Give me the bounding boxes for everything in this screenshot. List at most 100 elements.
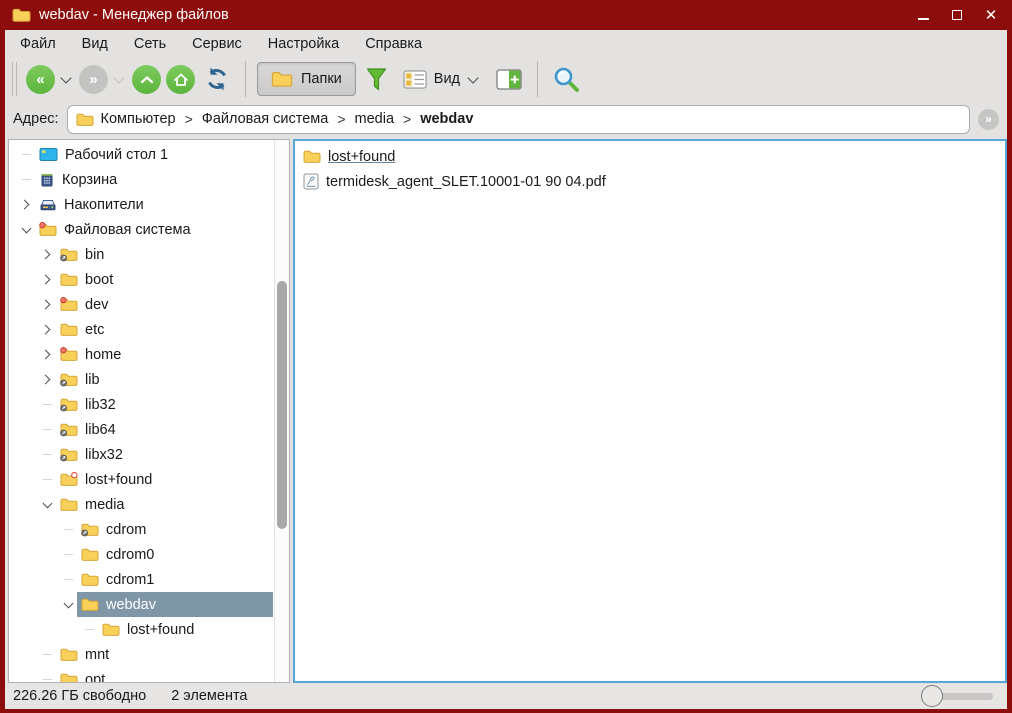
minimize-button[interactable] (914, 6, 932, 24)
tree-item-lib64[interactable]: lib64 (9, 417, 273, 442)
back-button[interactable]: « (26, 65, 55, 94)
tree-guide-line (38, 667, 56, 682)
expander-icon[interactable] (38, 367, 56, 392)
view-mode-button[interactable]: Вид (397, 62, 487, 96)
expander-icon[interactable] (17, 192, 35, 217)
file-item-label: lost+found (328, 149, 395, 165)
tree-item-home[interactable]: home (9, 342, 273, 367)
address-folder-icon (76, 112, 94, 127)
go-button[interactable]: » (978, 109, 999, 130)
folder-red-icon (60, 297, 78, 312)
tree-item-webdav[interactable]: webdav (9, 592, 273, 617)
breadcrumb-filesystem[interactable]: Файловая система (202, 111, 329, 127)
toolbar-separator (537, 61, 538, 97)
tree-item-label: lib64 (85, 422, 116, 438)
back-history-dropdown-icon[interactable] (60, 72, 71, 83)
tree-item-media[interactable]: media (9, 492, 273, 517)
close-button[interactable]: ✕ (982, 6, 1000, 24)
menu-network[interactable]: Сеть (121, 32, 179, 56)
tree-item-etc[interactable]: etc (9, 317, 273, 342)
tree-item-label: Накопители (64, 197, 144, 213)
sidebar-scrollbar-track[interactable] (274, 140, 289, 682)
breadcrumb-separator: > (337, 111, 345, 127)
folder-icon (81, 597, 99, 612)
drives-icon (39, 197, 57, 212)
tree-item-label: lost+found (127, 622, 194, 638)
expander-icon[interactable] (17, 217, 35, 242)
items-count-text: 2 элемента (171, 688, 247, 704)
tree-item--[interactable]: Накопители (9, 192, 273, 217)
tree-item-label: mnt (85, 647, 109, 663)
zoom-slider[interactable] (933, 693, 993, 700)
menu-view[interactable]: Вид (69, 32, 121, 56)
refresh-button[interactable] (200, 62, 234, 96)
expander-icon[interactable] (38, 492, 56, 517)
address-bar: Адрес: Компьютер > Файловая система > me… (5, 100, 1007, 138)
breadcrumb-separator: > (185, 111, 193, 127)
menu-help[interactable]: Справка (352, 32, 435, 56)
view-dropdown-icon[interactable] (467, 72, 478, 83)
tree-item-dev[interactable]: dev (9, 292, 273, 317)
expander-icon[interactable] (38, 292, 56, 317)
expander-icon[interactable] (38, 267, 56, 292)
folder-red-icon (39, 222, 57, 237)
expander-icon[interactable] (59, 592, 77, 617)
expander-icon[interactable] (38, 342, 56, 367)
tree-item-cdrom1[interactable]: cdrom1 (9, 567, 273, 592)
pdf-icon (303, 173, 319, 190)
folder-icon (60, 272, 78, 287)
tree-item-mnt[interactable]: mnt (9, 642, 273, 667)
address-label: Адрес: (13, 111, 59, 127)
tree-item-label: lost+found (85, 472, 152, 488)
tree-item-libx32[interactable]: libx32 (9, 442, 273, 467)
tree-item--[interactable]: Файловая система (9, 217, 273, 242)
folders-toggle-button[interactable]: Папки (257, 62, 356, 96)
tree-item-lib32[interactable]: lib32 (9, 392, 273, 417)
filter-button[interactable] (361, 62, 392, 96)
tree-item-lost-found[interactable]: lost+found (9, 617, 273, 642)
tree-item-lost-found[interactable]: lost+found (9, 467, 273, 492)
forward-button[interactable]: » (79, 65, 108, 94)
home-button[interactable] (166, 65, 195, 94)
folder-link-icon (60, 397, 78, 412)
breadcrumb-computer[interactable]: Компьютер (101, 111, 176, 127)
tree-item-bin[interactable]: bin (9, 242, 273, 267)
expander-icon[interactable] (38, 317, 56, 342)
tree-item-cdrom0[interactable]: cdrom0 (9, 542, 273, 567)
toolbar-grip[interactable] (12, 62, 17, 96)
tree-item-label: boot (85, 272, 113, 288)
tree-item-lib[interactable]: lib (9, 367, 273, 392)
menu-settings[interactable]: Настройка (255, 32, 352, 56)
address-entry[interactable]: Компьютер > Файловая система > media > w… (67, 105, 970, 134)
tree-item-opt[interactable]: opt (9, 667, 273, 682)
tree-item-label: cdrom (106, 522, 146, 538)
tree-guide-line (80, 617, 98, 642)
folder-icon (102, 622, 120, 637)
tree-item-label: bin (85, 247, 104, 263)
tree-item-cdrom[interactable]: cdrom (9, 517, 273, 542)
up-button[interactable] (132, 65, 161, 94)
split-view-button[interactable] (492, 62, 526, 96)
file-manager-window: webdav - Менеджер файлов ✕ Файл Вид Сеть… (0, 0, 1012, 713)
file-item[interactable]: termidesk_agent_SLET.10001-01 90 04.pdf (299, 169, 1001, 194)
menu-tools[interactable]: Сервис (179, 32, 255, 56)
breadcrumb-media[interactable]: media (355, 111, 395, 127)
titlebar: webdav - Менеджер файлов ✕ (0, 0, 1012, 30)
zoom-slider-knob[interactable] (921, 685, 943, 707)
tree-item-label: etc (85, 322, 104, 338)
forward-history-dropdown-icon[interactable] (113, 72, 124, 83)
sidebar-scrollbar-thumb[interactable] (277, 281, 287, 529)
tree-item-label: libx32 (85, 447, 123, 463)
expander-icon[interactable] (38, 242, 56, 267)
tree-item--1[interactable]: Рабочий стол 1 (9, 142, 273, 167)
menu-file[interactable]: Файл (7, 32, 69, 56)
tree-item-boot[interactable]: boot (9, 267, 273, 292)
tree-item--[interactable]: Корзина (9, 167, 273, 192)
folder-icon (60, 647, 78, 662)
file-item[interactable]: lost+found (299, 144, 1001, 169)
tree-item-label: lib (85, 372, 100, 388)
search-button[interactable] (549, 62, 584, 96)
maximize-button[interactable] (948, 6, 966, 24)
sidebar-panel: Рабочий стол 1Корзина Накопители Файловая … (8, 139, 290, 683)
window-title: webdav - Менеджер файлов (39, 7, 229, 23)
